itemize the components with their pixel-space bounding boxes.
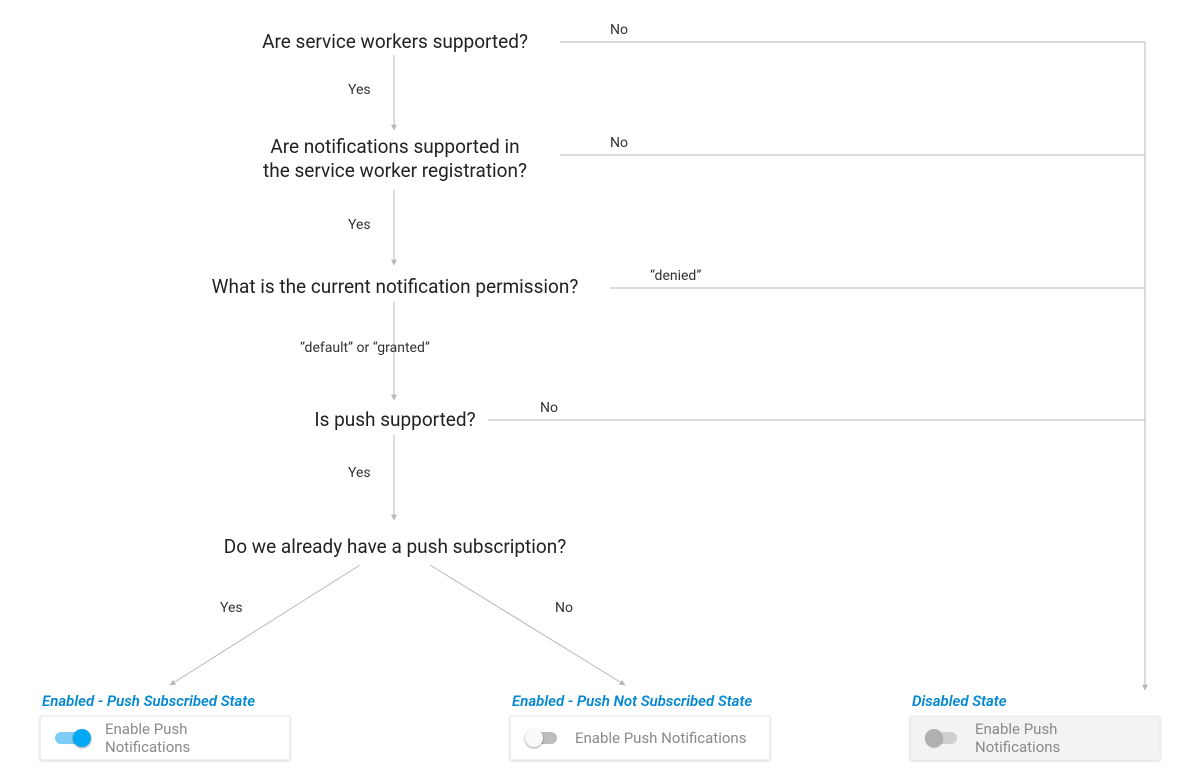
question-line: the service worker registration? xyxy=(263,159,527,182)
label-q2-yes: Yes xyxy=(348,217,371,233)
state-not-subscribed-title: Enabled - Push Not Subscribed State xyxy=(510,692,770,710)
state-not-subscribed: Enabled - Push Not Subscribed State Enab… xyxy=(510,692,770,760)
label-q4-no: No xyxy=(540,400,558,416)
state-subscribed: Enabled - Push Subscribed State Enable P… xyxy=(40,692,290,760)
label-q3-pass: “default” or “granted” xyxy=(300,340,430,356)
state-not-subscribed-card: Enable Push Notifications xyxy=(510,716,770,760)
question-notifications-in-sw: Are notifications supported in the servi… xyxy=(230,135,560,183)
flowchart-connectors xyxy=(0,0,1179,776)
toggle-off-icon[interactable] xyxy=(525,729,561,747)
edge-q5-yes xyxy=(170,565,360,685)
toggle-on-icon[interactable] xyxy=(55,729,91,747)
state-disabled: Disabled State Enable Push Notifications xyxy=(910,692,1160,760)
state-not-subscribed-label: Enable Push Notifications xyxy=(575,729,746,747)
label-q1-no: No xyxy=(610,22,628,38)
state-subscribed-label: Enable Push Notifications xyxy=(105,720,275,756)
state-subscribed-title: Enabled - Push Subscribed State xyxy=(40,692,290,710)
state-disabled-label: Enable Push Notifications xyxy=(975,720,1145,756)
label-q2-no: No xyxy=(610,135,628,151)
state-subscribed-card: Enable Push Notifications xyxy=(40,716,290,760)
question-line: Are notifications supported in xyxy=(270,135,519,158)
question-have-subscription: Do we already have a push subscription? xyxy=(180,535,610,559)
edge-q5-no xyxy=(430,565,625,685)
question-push-supported: Is push supported? xyxy=(300,408,490,432)
toggle-disabled-icon xyxy=(925,729,961,747)
label-q4-yes: Yes xyxy=(348,465,371,481)
question-permission: What is the current notification permiss… xyxy=(180,275,610,299)
label-q5-no: No xyxy=(555,600,573,616)
label-q3-denied: “denied” xyxy=(650,268,701,284)
state-disabled-card: Enable Push Notifications xyxy=(910,716,1160,760)
label-q1-yes: Yes xyxy=(348,82,371,98)
state-disabled-title: Disabled State xyxy=(910,692,1160,710)
label-q5-yes: Yes xyxy=(220,600,243,616)
question-service-workers: Are service workers supported? xyxy=(230,30,560,54)
